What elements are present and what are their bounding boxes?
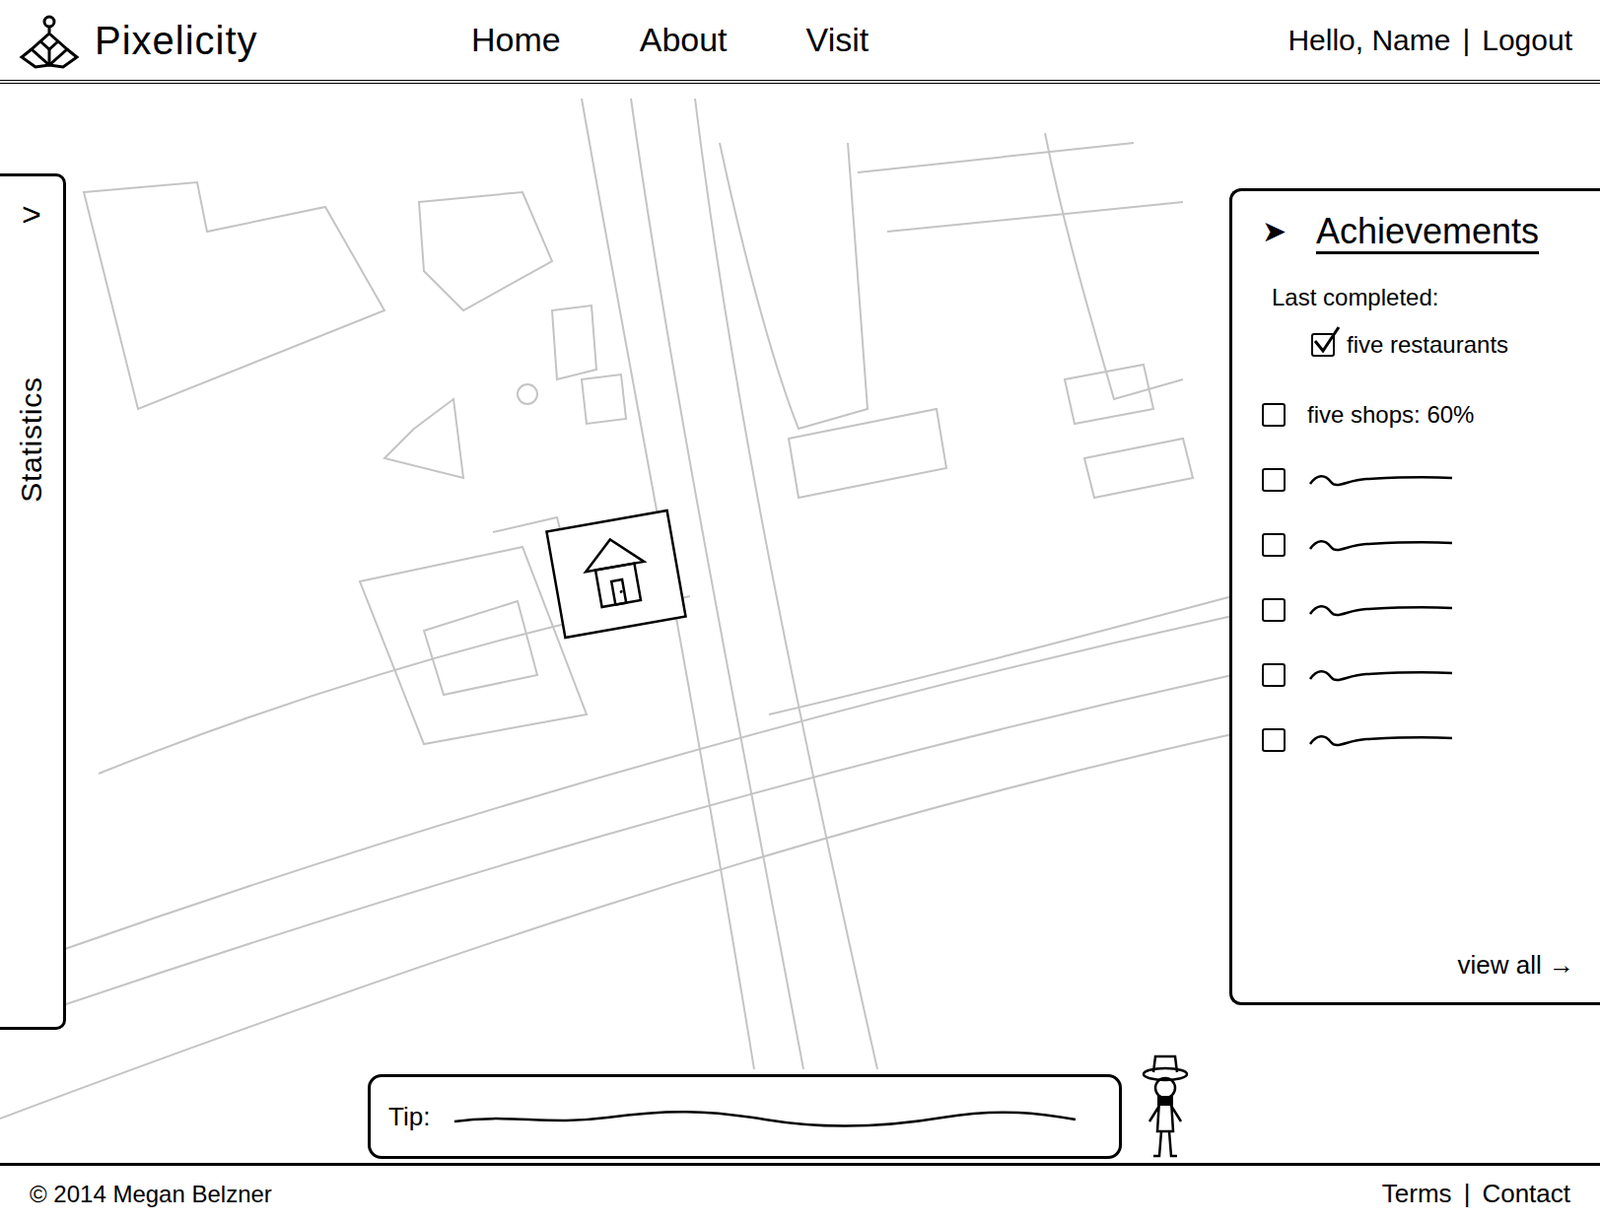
achievement-checkbox[interactable]: [1261, 468, 1286, 492]
footer-links: Terms | Contact: [1382, 1178, 1571, 1211]
check-icon: [1311, 325, 1341, 355]
achievement-item[interactable]: five restaurants: [1261, 330, 1581, 360]
placeholder-squiggle-icon: [1307, 730, 1456, 751]
achievement-item[interactable]: five shops: 60%: [1261, 399, 1581, 431]
tip-label: Tip:: [388, 1101, 430, 1134]
achievements-title: Achievements: [1316, 208, 1539, 254]
achievement-checkbox[interactable]: [1261, 663, 1286, 688]
achievements-panel: ➤ Achievements Last completed: five rest…: [1229, 188, 1600, 1006]
tip-bubble: Tip:: [367, 1074, 1122, 1160]
house-marker-icon: [543, 507, 690, 642]
footer: © 2014 Megan Belzner Terms | Contact: [0, 1163, 1600, 1222]
achievement-checkbox[interactable]: [1311, 333, 1335, 357]
last-completed-label: Last completed:: [1261, 282, 1581, 313]
tip-row: Tip:: [0, 1052, 1600, 1164]
main-nav: Home About Visit: [431, 19, 869, 61]
tip-text-squiggle-icon: [449, 1102, 1081, 1132]
achievement-list: five shops: 60%: [1261, 399, 1581, 757]
achievement-checkbox[interactable]: [1261, 728, 1286, 753]
guide-character-icon[interactable]: [1135, 1052, 1195, 1162]
copyright: © 2014 Megan Belzner: [29, 1180, 273, 1210]
greeting: Hello, Name: [1287, 22, 1451, 59]
placeholder-squiggle-icon: [1307, 665, 1456, 686]
placeholder-squiggle-icon: [1307, 470, 1456, 490]
achievement-checkbox[interactable]: [1261, 403, 1286, 427]
placeholder-squiggle-icon: [1307, 600, 1456, 621]
achievement-item[interactable]: [1261, 724, 1581, 757]
user-area: Hello, Name | Logout: [1287, 22, 1583, 59]
statistics-label[interactable]: Statistics: [13, 377, 50, 504]
footer-link[interactable]: Terms: [1382, 1178, 1453, 1211]
house-marker[interactable]: [543, 507, 690, 642]
achievement-item[interactable]: [1261, 659, 1581, 692]
statistics-toggle[interactable]: >: [21, 196, 42, 233]
logo-text[interactable]: Pixelicity: [94, 16, 259, 65]
logout-link[interactable]: Logout: [1481, 22, 1573, 59]
separator: |: [1463, 1178, 1471, 1211]
achievement-label: five restaurants: [1346, 330, 1509, 360]
achievement-item[interactable]: [1261, 529, 1581, 561]
statistics-panel[interactable]: > Statistics: [0, 173, 67, 1031]
nav-link[interactable]: Home: [471, 19, 561, 61]
placeholder-squiggle-icon: [1307, 535, 1456, 556]
panels-row: > Statistics ➤ Achievements Last complet…: [0, 83, 1600, 1053]
page: Pixelicity Home About Visit Hello, Name | …: [0, 0, 1600, 1222]
map-area[interactable]: > Statistics ➤ Achievements Last complet…: [0, 83, 1600, 1164]
logo-icon: [17, 11, 81, 70]
achievement-checkbox[interactable]: [1261, 598, 1286, 623]
logo[interactable]: Pixelicity: [17, 11, 432, 70]
achievement-checkbox[interactable]: [1261, 533, 1286, 557]
achievement-label: five shops: 60%: [1307, 400, 1474, 430]
nav-link[interactable]: About: [639, 19, 728, 61]
separator: |: [1461, 22, 1470, 59]
achievements-toggle[interactable]: ➤: [1261, 213, 1287, 250]
top-bar: Pixelicity Home About Visit Hello, Name | …: [0, 0, 1600, 84]
achievement-item[interactable]: [1261, 464, 1581, 496]
nav-link[interactable]: Visit: [806, 19, 870, 61]
view-all-link[interactable]: view all →: [1458, 949, 1581, 982]
achievements-header: ➤ Achievements: [1261, 208, 1581, 254]
achievement-item[interactable]: [1261, 594, 1581, 627]
footer-link[interactable]: Contact: [1481, 1178, 1571, 1211]
